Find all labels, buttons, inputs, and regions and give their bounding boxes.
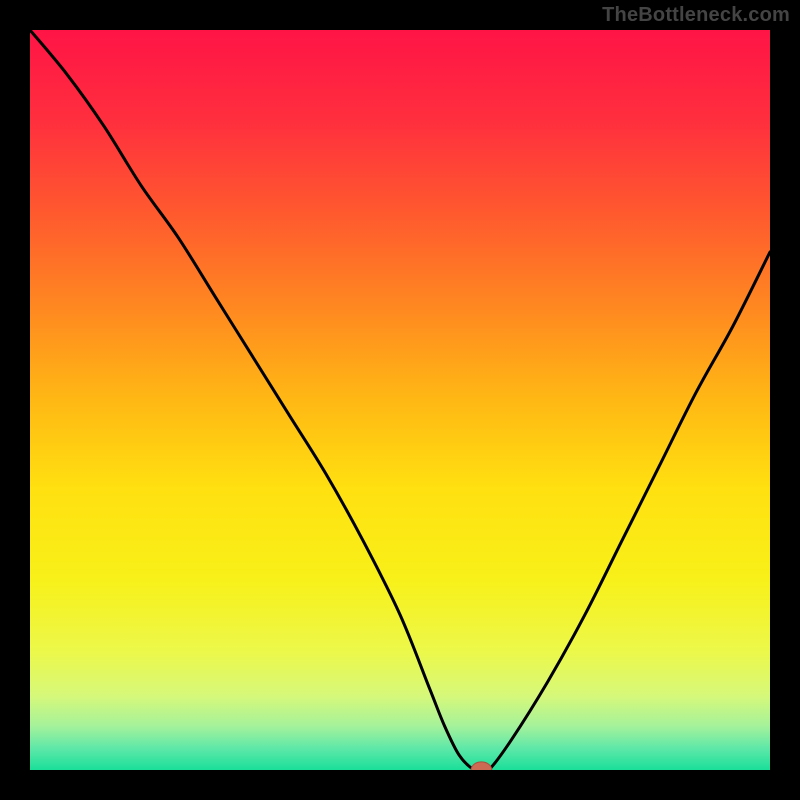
- watermark-text: TheBottleneck.com: [602, 4, 790, 27]
- bottleneck-chart-svg: [30, 30, 770, 770]
- gradient-background: [30, 30, 770, 770]
- chart-frame: TheBottleneck.com: [0, 0, 800, 800]
- plot-area: [30, 30, 770, 770]
